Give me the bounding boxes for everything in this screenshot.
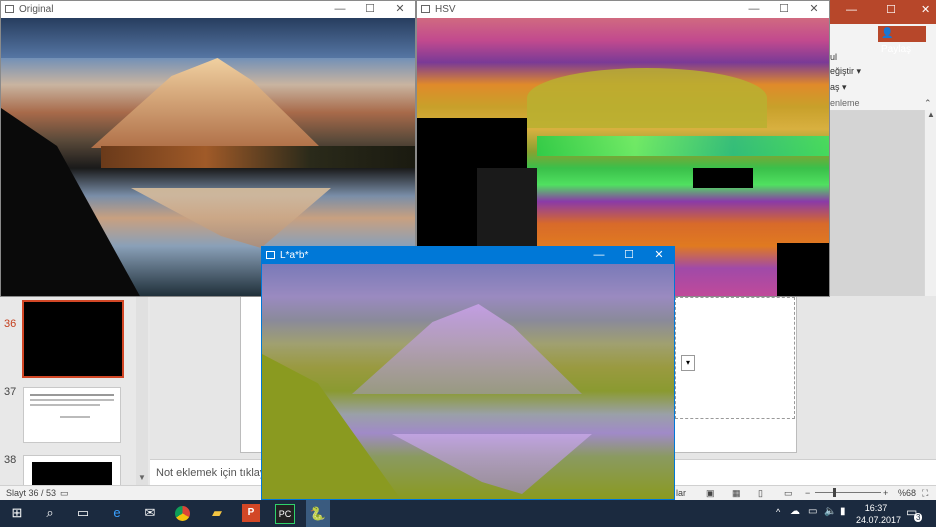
task-view-icon[interactable]: ▭ — [74, 504, 92, 522]
pycharm-icon[interactable]: PC — [275, 504, 295, 524]
close-button[interactable]: ✕ — [644, 247, 674, 264]
fit-slide-icon[interactable]: ⛶ — [922, 486, 928, 500]
app-icon — [421, 5, 430, 13]
slideshow-icon[interactable]: ▭ — [784, 486, 793, 500]
window-title: L*a*b* — [280, 250, 309, 261]
sky-clouds — [1, 18, 415, 58]
spell-check-icon[interactable]: ▭ — [60, 486, 69, 500]
slide-thumbnail[interactable] — [23, 455, 121, 487]
ribbon-item[interactable]: eğiştir ▾ — [830, 66, 861, 77]
window-title: Original — [19, 4, 54, 15]
file-explorer-icon[interactable]: ▰ — [208, 504, 226, 522]
python-icon[interactable]: 🐍 — [306, 500, 330, 527]
ribbon-collapse-icon[interactable]: ⌃ — [924, 98, 932, 109]
ppt-window-controls: — ☐ ✕ — [846, 3, 930, 16]
lake-reflection — [131, 188, 331, 248]
slide-counter: Slayt 36 / 53 — [6, 488, 57, 498]
app-icon — [5, 5, 14, 13]
lab-mountain — [352, 304, 582, 394]
search-icon[interactable]: ⌕ — [41, 504, 59, 522]
cloud-icon[interactable]: ☁ — [790, 506, 800, 517]
windows-start-icon[interactable]: ⊞ — [8, 504, 26, 522]
battery-icon[interactable]: ▮ — [840, 506, 846, 517]
hsv-titlebar[interactable]: HSV — ☐ ✕ — [417, 1, 829, 18]
show-hidden-icons[interactable]: ^ — [776, 507, 780, 517]
volume-icon[interactable]: 🔈 — [824, 506, 836, 517]
clock-time: 16:37 — [864, 503, 888, 513]
slide-thumbnail-active[interactable] — [22, 300, 124, 378]
maximize-button[interactable]: ☐ — [769, 1, 799, 18]
forest-band — [101, 146, 415, 168]
lab-lake — [392, 434, 592, 494]
slide-number: 37 — [4, 386, 17, 398]
ppt-minimize-button[interactable]: — — [846, 4, 857, 16]
ribbon-item[interactable]: aş ▾ — [830, 82, 847, 93]
ppt-restore-button[interactable]: ☐ — [886, 4, 896, 16]
maximize-button[interactable]: ☐ — [355, 1, 385, 18]
ribbon-item[interactable]: ul — [830, 52, 837, 62]
notes-placeholder[interactable]: Not eklemek için tıklayın — [156, 467, 275, 479]
zoom-out-button[interactable]: − — [805, 486, 810, 500]
network-icon[interactable]: ▭ — [808, 506, 817, 517]
slide-thumbnail[interactable] — [23, 387, 121, 443]
hsv-black-patch — [477, 168, 537, 248]
clock[interactable]: 16:37 24.07.2017 — [856, 500, 902, 527]
app-icon — [266, 251, 275, 259]
taskbar: ⊞ ⌕ ▭ e ✉ ▰ P PC 🐍 ^ ☁ ▭ 🔈 ▮ 16:37 24.07… — [0, 500, 936, 527]
share-button[interactable]: 👤 Paylaş — [878, 26, 926, 55]
scroll-up-icon[interactable]: ▲ — [927, 110, 935, 119]
notification-badge: 3 — [914, 513, 923, 522]
normal-view-icon[interactable]: ▣ — [706, 486, 715, 500]
minimize-button[interactable]: — — [739, 1, 769, 18]
original-titlebar[interactable]: Original — ☐ ✕ — [1, 1, 415, 18]
minimize-button[interactable]: — — [584, 247, 614, 264]
person-icon: 👤 — [881, 28, 894, 39]
dropdown-arrow-icon[interactable]: ▾ — [681, 355, 695, 371]
zoom-slider[interactable] — [815, 488, 881, 497]
notes-toggle[interactable]: lar — [676, 486, 686, 500]
thumbnail-scrollbar[interactable]: ▼ — [136, 296, 148, 485]
reading-view-icon[interactable]: ▯ — [758, 486, 763, 500]
zoom-slider-thumb[interactable] — [833, 488, 836, 497]
edge-icon[interactable]: e — [108, 504, 126, 522]
slide-thumbnail-pane: 36 37 38 ▼ — [0, 296, 151, 487]
zoom-level[interactable]: %68 — [898, 486, 916, 500]
zoom-in-button[interactable]: + — [883, 486, 888, 500]
ppt-close-button[interactable]: ✕ — [921, 4, 930, 16]
hsv-green-band — [537, 136, 829, 156]
maximize-button[interactable]: ☐ — [614, 247, 644, 264]
window-title: HSV — [435, 4, 456, 15]
mail-icon[interactable]: ✉ — [141, 504, 159, 522]
minimize-button[interactable]: — — [325, 1, 355, 18]
lab-titlebar[interactable]: L*a*b* — ☐ ✕ — [262, 247, 674, 264]
slide-number: 36 — [4, 318, 17, 330]
hsv-black-patch — [693, 168, 753, 188]
hsv-black-patch — [777, 243, 829, 296]
lab-window[interactable]: L*a*b* — ☐ ✕ — [261, 246, 675, 500]
chrome-icon[interactable] — [175, 506, 190, 521]
close-button[interactable]: ✕ — [385, 1, 415, 18]
scroll-down-icon[interactable]: ▼ — [138, 473, 146, 482]
lab-image — [262, 264, 674, 499]
clock-date: 24.07.2017 — [856, 515, 902, 525]
slide-number: 38 — [4, 454, 17, 466]
ribbon-group-label: enleme — [830, 98, 860, 108]
powerpoint-icon[interactable]: P — [242, 504, 260, 522]
mountain-peak — [91, 58, 321, 148]
slide-sorter-icon[interactable]: ▦ — [732, 486, 741, 500]
hsv-mountain — [527, 68, 767, 128]
close-button[interactable]: ✕ — [799, 1, 829, 18]
